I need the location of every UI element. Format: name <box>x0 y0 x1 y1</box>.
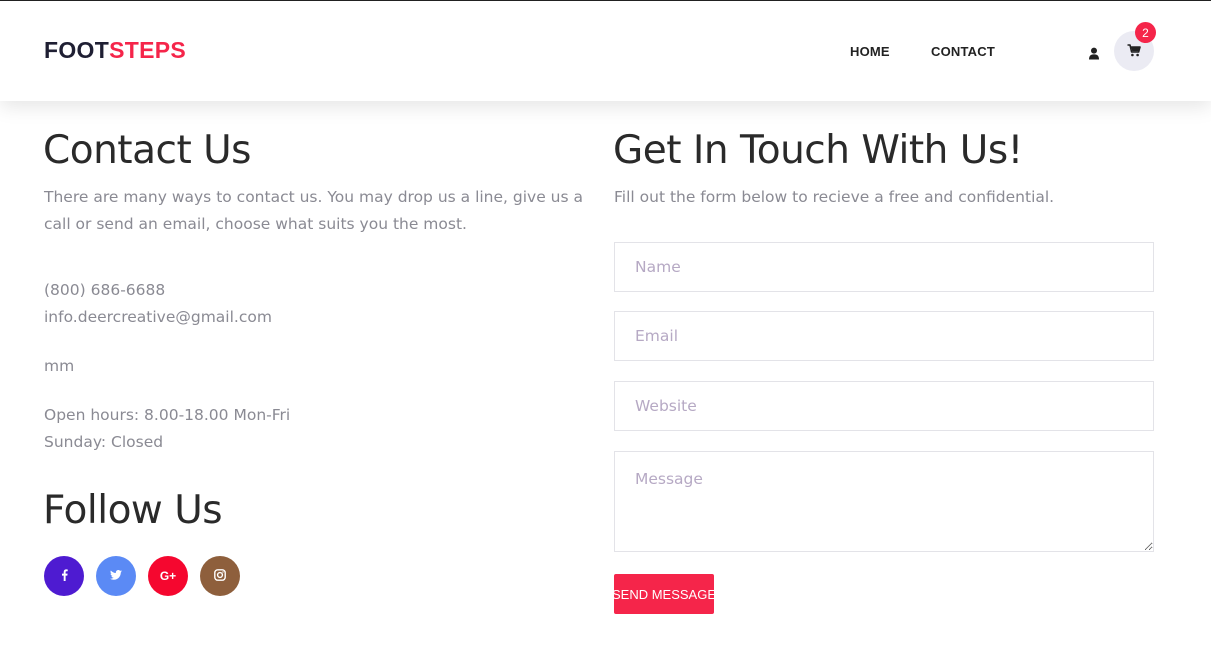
facebook-icon <box>61 568 68 584</box>
twitter-icon <box>110 569 122 583</box>
form-intro: Fill out the form below to recieve a fre… <box>614 188 1055 206</box>
contact-phone: (800) 686-6688 <box>44 281 166 299</box>
nav-home[interactable]: HOME <box>850 44 890 59</box>
instagram-button[interactable] <box>200 556 240 596</box>
site-header: FOOTSTEPS HOME CONTACT 2 <box>0 1 1211 101</box>
send-message-button[interactable]: SEND MESSAGE <box>612 574 716 614</box>
contact-email: info.deercreative@gmail.com <box>44 308 272 326</box>
contact-sunday: Sunday: Closed <box>44 433 164 451</box>
cart-count-badge: 2 <box>1135 22 1156 43</box>
google-plus-button[interactable]: G+ <box>148 556 188 596</box>
google-plus-icon: G+ <box>159 569 177 583</box>
message-field[interactable] <box>614 451 1154 552</box>
logo-text-foot: FOOT <box>44 37 110 63</box>
website-field[interactable] <box>614 381 1154 431</box>
facebook-button[interactable] <box>44 556 84 596</box>
cart-icon <box>1127 42 1141 61</box>
contact-extra: mm <box>44 357 75 375</box>
contact-title: Contact Us <box>43 128 252 173</box>
site-logo[interactable]: FOOTSTEPS <box>44 37 186 64</box>
logo-text-steps: STEPS <box>109 37 187 63</box>
follow-title: Follow Us <box>43 488 223 533</box>
nav-contact[interactable]: CONTACT <box>931 44 995 59</box>
user-icon[interactable] <box>1088 45 1100 60</box>
name-field[interactable] <box>614 242 1154 292</box>
instagram-icon <box>214 568 226 584</box>
contact-hours: Open hours: 8.00-18.00 Mon-Fri <box>44 406 291 424</box>
email-field[interactable] <box>614 311 1154 361</box>
form-title: Get In Touch With Us! <box>613 128 1023 173</box>
contact-intro: There are many ways to contact us. You m… <box>44 188 584 233</box>
twitter-button[interactable] <box>96 556 136 596</box>
